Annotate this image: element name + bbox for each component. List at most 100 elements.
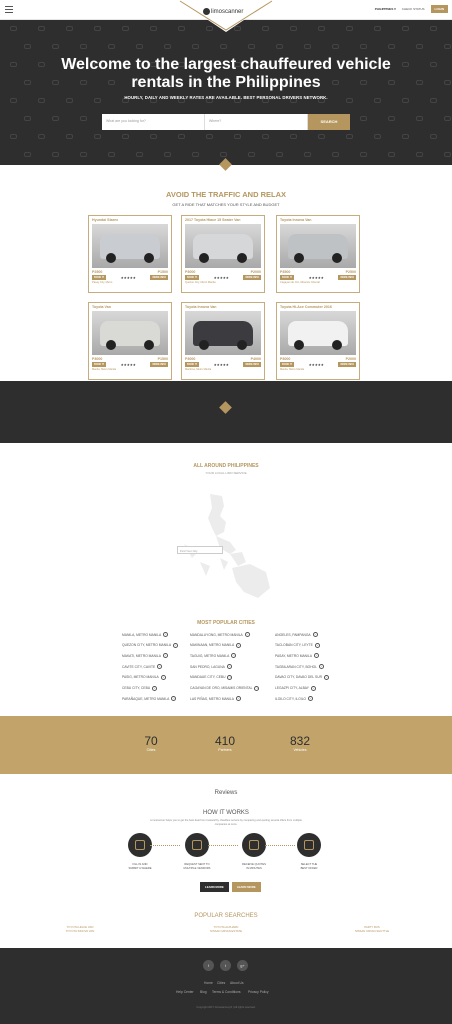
form-icon	[128, 833, 152, 857]
city-link[interactable]: PARAÑAQUE, METRO MANILA ›	[122, 696, 177, 702]
footer-link-help[interactable]: Help Center	[176, 990, 194, 994]
rating-stars: ★★★★★	[120, 362, 136, 367]
logo-icon[interactable]	[203, 8, 210, 15]
more-info-button[interactable]: MORE INFO	[150, 275, 168, 280]
city-link[interactable]: MAKATI, METRO MANILA ›	[122, 653, 168, 659]
chevron-right-icon: ›	[312, 632, 318, 637]
more-info-button[interactable]: MORE INFO	[243, 362, 261, 367]
footer-link-privacy[interactable]: Privacy Policy	[248, 990, 269, 994]
vehicle-photo[interactable]	[92, 311, 168, 355]
menu-icon[interactable]	[5, 6, 13, 13]
where-input[interactable]: Where?	[205, 114, 308, 130]
pattern-icon	[388, 44, 395, 49]
city-link[interactable]: CAGAYAN DE ORO, MISAMIS ORIENTAL ›	[190, 685, 260, 691]
price-hourly: P2000	[250, 270, 261, 274]
vehicle-photo[interactable]	[280, 311, 356, 355]
city-link[interactable]: PASIG, METRO MANILA ›	[122, 674, 166, 680]
vehicle-photo[interactable]	[185, 224, 261, 268]
vehicle-actions: BOOK IT ★★★★★ MORE INFO	[182, 274, 264, 281]
city-link[interactable]: MANILA, METRO MANILA ›	[122, 632, 169, 637]
popular-search-left[interactable]: TOYOTA HIACE VAN TOYOTA INNOVA VAN	[60, 925, 100, 933]
city-link[interactable]: CAVITE CITY, CAVITE ›	[122, 664, 163, 670]
vehicle-name[interactable]: Toyota Innova Van	[182, 303, 264, 311]
city-link[interactable]: MANDALUYONG, METRO MANILA ›	[190, 632, 250, 637]
vehicle-photo[interactable]	[280, 224, 356, 268]
more-info-button[interactable]: MORE INFO	[338, 275, 356, 280]
city-link[interactable]: ILOILO CITY, ILOILO ›	[275, 696, 314, 702]
city-link[interactable]: LEGAZPI CITY, ALBAY ›	[275, 685, 316, 691]
more-info-button[interactable]: MORE INFO	[150, 362, 168, 367]
price-hourly: P4000	[250, 357, 261, 361]
twitter-icon[interactable]: t	[220, 960, 231, 971]
city-link[interactable]: MANDAUE CITY, CEBU ›	[190, 674, 233, 680]
more-info-button[interactable]: MORE INFO	[338, 362, 356, 367]
step-connector	[265, 845, 295, 846]
footer-link-about[interactable]: About Us	[230, 981, 244, 985]
book-it-button[interactable]: BOOK IT	[280, 275, 294, 280]
logo-text[interactable]: limoscanner	[211, 9, 243, 15]
chevron-right-icon: ›	[171, 696, 177, 702]
book-it-button[interactable]: BOOK IT	[185, 362, 199, 367]
footer-link-blog[interactable]: Blog	[200, 990, 207, 994]
footer-link-terms[interactable]: Terms & Conditions	[212, 990, 241, 994]
footer-link-cities[interactable]: Cities	[217, 981, 225, 985]
book-it-button[interactable]: BOOK IT	[280, 362, 294, 367]
how-buttons: LEARN MORE LEARN MORE	[200, 882, 261, 892]
book-it-button[interactable]: BOOK IT	[92, 275, 106, 280]
city-name: TAGBILARAN CITY, BOHOL	[275, 664, 318, 669]
pattern-icon	[66, 134, 73, 139]
city-link[interactable]: ANGELES, PAMPANGA ›	[275, 632, 318, 637]
city-link[interactable]: MAKINAAN, METRO MANILA ›	[190, 642, 242, 648]
login-button[interactable]: LOGIN	[430, 5, 448, 13]
pattern-icon	[178, 134, 185, 139]
city-name: MAKATI, METRO MANILA	[122, 653, 161, 658]
chevron-right-icon: ›	[152, 685, 158, 691]
chevron-right-icon: ›	[160, 674, 166, 680]
city-link[interactable]: TACLOBAN CITY, LEYTE ›	[275, 642, 320, 648]
city-link[interactable]: DAVAO CITY, DAVAO DEL SUR ›	[275, 674, 330, 680]
vehicle-name[interactable]: Toyota Hi-Ace Commuter 2016	[277, 303, 359, 311]
more-info-button[interactable]: MORE INFO	[243, 275, 261, 280]
vehicle-name[interactable]: Hyundai Starex	[89, 216, 171, 224]
pattern-icon	[276, 152, 283, 157]
search-button[interactable]: SEARCH	[308, 114, 350, 130]
pattern-icon	[94, 26, 101, 31]
vehicle-card[interactable]: Hyundai Starex P2500 P1500 BOOK IT ★★★★★ MORE…	[88, 215, 172, 293]
vehicle-name[interactable]: Toyota Innova Van	[277, 216, 359, 224]
popular-search-middle[interactable]: TOYOTA ALPHARD NISSAN URVAN ESTATE	[204, 925, 248, 933]
vehicle-name[interactable]: Toyota Van	[89, 303, 171, 311]
learn-more-gold-button[interactable]: LEARN MORE	[231, 882, 261, 892]
city-link[interactable]: SAN PEDRO, LAGUNA ›	[190, 664, 232, 670]
facebook-icon[interactable]: f	[203, 960, 214, 971]
chevron-right-icon: ›	[162, 653, 168, 659]
vehicle-card[interactable]: 2017 Toyota Hiace 15 Seater Van P3000 P200…	[181, 215, 265, 293]
what-input[interactable]: What are you looking for?	[102, 114, 205, 130]
vehicle-photo[interactable]	[92, 224, 168, 268]
popular-search-right[interactable]: PARTY BUS NISSAN URVAN SHUTTLE	[350, 925, 394, 933]
city-search-input[interactable]: Find Your City	[177, 546, 223, 554]
city-link[interactable]: CEBU CITY, CEBU ›	[122, 685, 158, 691]
city-link[interactable]: TAGBILARAN CITY, BOHOL ›	[275, 664, 325, 670]
wheel	[198, 340, 209, 350]
city-name: LEGAZPI CITY, ALBAY	[275, 686, 309, 690]
book-it-button[interactable]: BOOK IT	[92, 362, 106, 367]
city-link[interactable]: TAGUIG, METRO MANILA ›	[190, 653, 237, 659]
vehicle-photo[interactable]	[185, 311, 261, 355]
city-link[interactable]: PASAY, METRO MANILA ›	[275, 653, 320, 659]
city-link[interactable]: LAS PIÑAS, METRO MANILA ›	[190, 696, 241, 702]
check-status-link[interactable]: CHECK STATUS	[402, 7, 425, 11]
vehicle-card[interactable]: Toyota Hi-Ace Commuter 2016 P3000 P2000 BOO…	[276, 302, 360, 380]
book-it-button[interactable]: BOOK IT	[185, 275, 199, 280]
vehicle-card[interactable]: Toyota Innova Van P3500 P2500 BOOK IT ★★★★★ M…	[276, 215, 360, 293]
vehicle-name[interactable]: 2017 Toyota Hiace 15 Seater Van	[182, 216, 264, 224]
country-selector[interactable]: PHILIPPINES ▾	[375, 7, 396, 11]
learn-more-dark-button[interactable]: LEARN MORE	[200, 882, 229, 892]
vehicle-card[interactable]: Toyota Innova Van P3000 P4000 BOOK IT ★★★★★ M…	[181, 302, 265, 380]
city-link[interactable]: QUEZON CITY, METRO MANILA ›	[122, 642, 179, 648]
google-plus-icon[interactable]: g+	[237, 960, 248, 971]
wheel	[332, 253, 343, 263]
step-connector	[208, 845, 238, 846]
footer-link-home[interactable]: Home	[204, 981, 213, 985]
city-name: PARAÑAQUE, METRO MANILA	[122, 696, 170, 701]
vehicle-card[interactable]: Toyota Van P3000 P1500 BOOK IT ★★★★★ MORE INF…	[88, 302, 172, 380]
